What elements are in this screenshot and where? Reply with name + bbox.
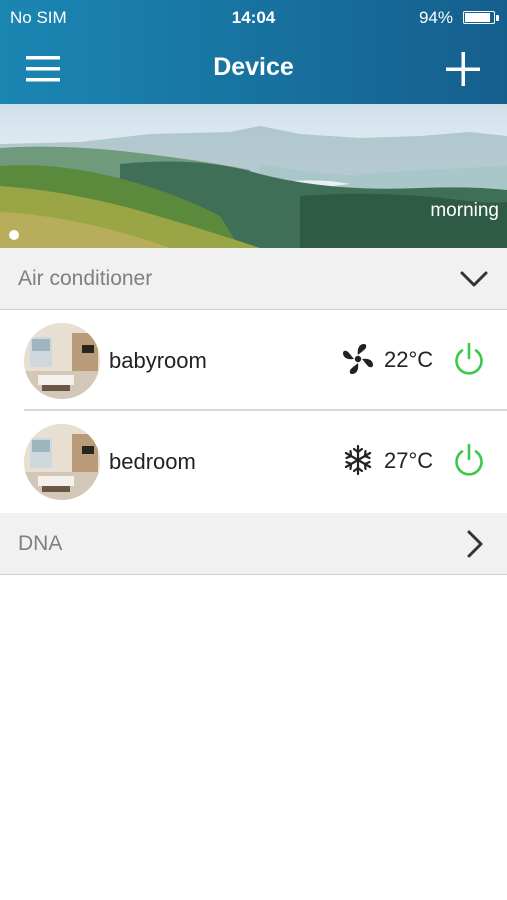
chevron-right-icon [467,530,483,558]
add-device-button[interactable] [440,46,486,92]
landscape-image [0,126,507,248]
page-indicator-dot [9,230,19,240]
device-name: bedroom [109,449,196,474]
device-name: babyroom [109,348,207,373]
device-row-babyroom[interactable]: babyroom 22°C [0,310,507,410]
section-dna[interactable]: DNA [0,513,507,575]
power-icon [455,443,483,476]
section-label: Air conditioner [18,267,153,290]
section-air-conditioner[interactable]: Air conditioner [0,248,507,310]
plus-icon [446,52,480,86]
device-row-bedroom[interactable]: bedroom 27°C [0,411,507,511]
top-bar: No SIM 14:04 94% Device [0,0,507,104]
status-bar: No SIM 14:04 94% [0,0,507,36]
page-title: Device [213,53,294,81]
room-thumbnail [24,323,100,399]
battery-level [465,13,491,22]
temperature-value: 27°C [384,448,434,473]
scene-banner[interactable]: morning [0,104,507,248]
battery-cap [496,15,499,21]
fan-icon [343,344,373,374]
battery-percent: 94% [418,8,453,27]
battery-icon [463,11,495,24]
power-button[interactable] [451,341,487,377]
power-button[interactable] [451,442,487,478]
room-thumbnail [24,424,100,500]
power-icon [455,342,483,375]
room-photo [24,424,100,500]
room-photo [24,323,100,399]
temperature-value: 22°C [384,347,434,372]
snowflake-icon [344,444,372,476]
banner-caption: morning [430,200,499,221]
section-label: DNA [18,532,63,555]
chevron-down-icon [460,271,488,287]
